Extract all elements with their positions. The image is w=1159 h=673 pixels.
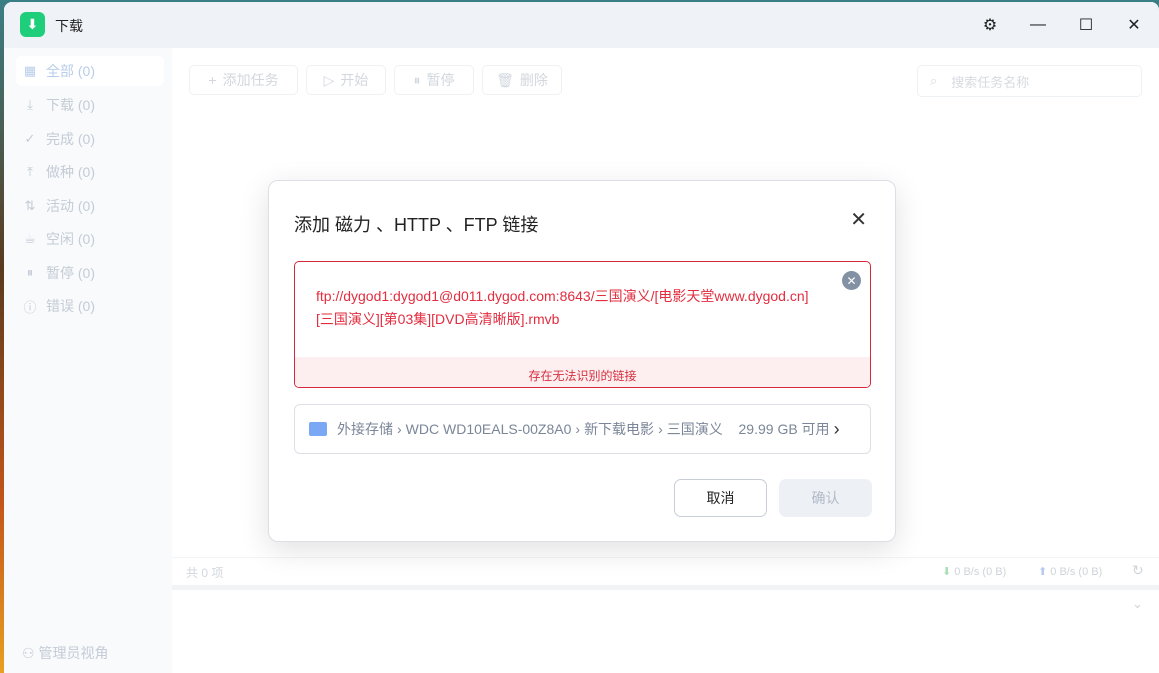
search-placeholder: 搜索任务名称	[951, 74, 1030, 90]
count: (0)	[77, 231, 96, 247]
sidebar: ▦ 全部 (0) ⤓ 下载 (0) ✓ 完成 (0) ⤒ 做种 (0) ⇅ 活动 (0) …	[4, 48, 172, 673]
check-circle-icon: ✓	[24, 131, 36, 146]
upload-speed: ⬆ 0 B/s (0 B)	[1038, 565, 1102, 578]
play-icon: ▷	[323, 71, 335, 88]
count: (0)	[77, 131, 96, 147]
pause-button[interactable]: ⏸ 暂停	[394, 65, 474, 95]
label: 暂停	[426, 72, 455, 88]
sidebar-item-all[interactable]: ▦ 全部 (0)	[16, 56, 164, 86]
count: (0)	[77, 265, 96, 281]
sidebar-item-download[interactable]: ⤓ 下载 (0)	[16, 90, 164, 120]
path-segment: 新下载电影	[584, 421, 655, 437]
label: 下载	[46, 97, 74, 113]
label: 添加任务	[222, 72, 279, 88]
arrow-up-icon: ⬆	[1038, 566, 1048, 578]
settings-gear-icon[interactable]: ⚙	[975, 12, 1005, 38]
app-download-icon: ⬇	[20, 12, 45, 37]
cancel-button[interactable]: 取消	[674, 479, 767, 517]
download-icon: ⤓	[27, 97, 33, 112]
dialog-close-icon[interactable]: ✕	[850, 207, 867, 232]
chevron-right-icon: ›	[658, 421, 663, 437]
add-task-button[interactable]: + 添加任务	[189, 65, 298, 95]
free-space: 29.99 GB 可用	[738, 421, 830, 437]
clear-icon[interactable]: ✕	[842, 271, 861, 290]
dialog-title: 添加 磁力 、HTTP 、FTP 链接	[294, 215, 539, 235]
minimize-button[interactable]: —	[1023, 12, 1053, 38]
plus-icon: +	[208, 72, 217, 88]
start-button[interactable]: ▷ 开始	[306, 65, 386, 95]
error-icon: ⓘ	[23, 299, 37, 315]
link-text[interactable]: ftp://dygod1:dygod1@d011.dygod.com:8643/…	[316, 285, 816, 331]
path-segment: WDC WD10EALS-00Z8A0	[405, 421, 572, 437]
maximize-button[interactable]: ☐	[1071, 12, 1101, 38]
count: (0)	[77, 298, 96, 314]
pause-icon: ⏸	[413, 71, 421, 88]
label: 空闲	[46, 231, 74, 247]
down-speed-text: 0 B/s (0 B)	[954, 566, 1007, 578]
chevron-right-icon: ›	[397, 421, 402, 437]
status-bar: 共 0 项	[172, 557, 1159, 587]
app-title: 下载	[55, 18, 83, 34]
task-count: 共 0 项	[186, 566, 224, 580]
label: 开始	[340, 72, 369, 88]
sidebar-item-active[interactable]: ⇅ 活动 (0)	[16, 191, 164, 221]
label: 全部	[46, 63, 74, 79]
save-path-selector[interactable]: 外接存储 › WDC WD10EALS-00Z8A0 › 新下载电影 › 三国演义 2…	[294, 404, 871, 454]
sidebar-item-error[interactable]: ⓘ 错误 (0)	[16, 291, 164, 321]
refresh-icon[interactable]: ↻	[1132, 562, 1144, 579]
trash-icon: 🗑	[496, 71, 514, 88]
path-segment: 外接存储	[337, 421, 393, 437]
cup-icon: ☕	[24, 231, 36, 246]
label: 删除	[519, 72, 548, 88]
path-segment: 三国演义	[666, 421, 723, 437]
sidebar-item-seeding[interactable]: ⤒ 做种 (0)	[16, 157, 164, 187]
count: (0)	[77, 63, 96, 79]
admin-label: 管理员视角	[38, 645, 109, 661]
label: 完成	[46, 131, 74, 147]
label: 错误	[46, 298, 74, 314]
chevron-right-icon: ›	[575, 421, 581, 437]
sidebar-item-complete[interactable]: ✓ 完成 (0)	[16, 124, 164, 154]
label: 暂停	[46, 265, 74, 281]
chevron-right-icon: ›	[833, 418, 840, 439]
count: (0)	[77, 198, 96, 214]
label: 活动	[46, 198, 74, 214]
sidebar-item-idle[interactable]: ☕ 空闲 (0)	[16, 224, 164, 254]
close-window-button[interactable]: ✕	[1119, 12, 1149, 38]
pause-icon: ⏸	[26, 265, 34, 280]
up-speed-text: 0 B/s (0 B)	[1050, 566, 1103, 578]
delete-button[interactable]: 🗑 删除	[482, 65, 562, 95]
search-input[interactable]: ⌕ 搜索任务名称	[917, 65, 1142, 97]
sidebar-item-paused[interactable]: ⏸ 暂停 (0)	[16, 258, 164, 288]
add-link-dialog: 添加 磁力 、HTTP 、FTP 链接 ✕ ftp://dygod1:dygod…	[268, 180, 896, 542]
label: 做种	[46, 164, 74, 180]
activity-icon: ⇅	[24, 198, 36, 213]
upload-icon: ⤒	[27, 164, 33, 179]
error-message: 存在无法识别的链接	[295, 357, 870, 387]
user-icon: ⚇	[22, 645, 39, 661]
collapse-chevron-icon[interactable]: ⌄	[1132, 596, 1143, 612]
folder-icon	[309, 422, 327, 436]
download-speed: ⬇ 0 B/s (0 B)	[942, 565, 1006, 578]
grid-icon: ▦	[23, 63, 37, 78]
count: (0)	[77, 97, 96, 113]
search-icon: ⌕	[930, 73, 938, 88]
title-bar: ⬇ 下载 ⚙ — ☐ ✕	[4, 2, 1159, 48]
link-textarea[interactable]: ftp://dygod1:dygod1@d011.dygod.com:8643/…	[294, 261, 871, 388]
confirm-button[interactable]: 确认	[779, 479, 872, 517]
divider	[172, 585, 1159, 590]
admin-view-link[interactable]: ⚇ 管理员视角	[22, 643, 108, 663]
arrow-down-icon: ⬇	[942, 566, 952, 578]
count: (0)	[77, 164, 96, 180]
